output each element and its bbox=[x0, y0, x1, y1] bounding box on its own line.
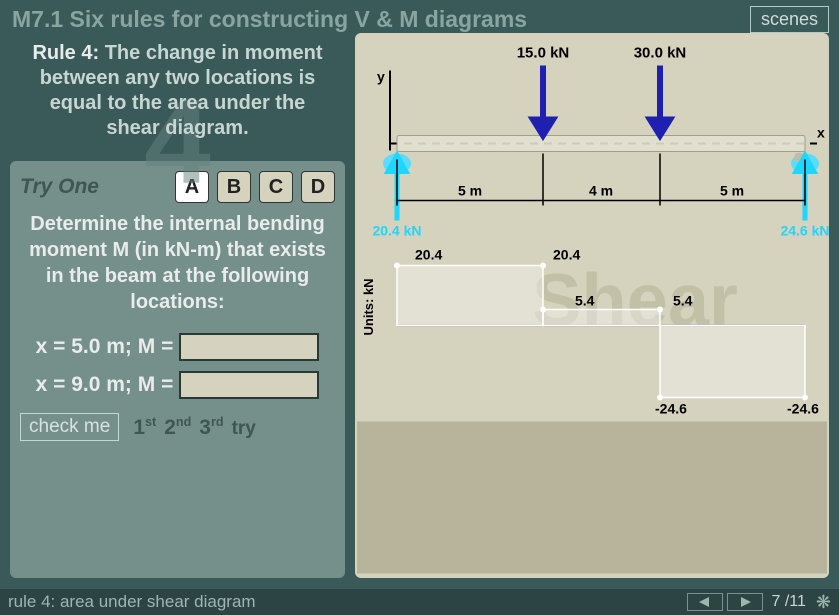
next-button[interactable] bbox=[727, 593, 763, 611]
try-option-c[interactable]: C bbox=[259, 171, 293, 203]
page-indicator: 7 /11 bbox=[771, 593, 805, 611]
shear-v6: -24.6 bbox=[787, 401, 819, 417]
reaction-left-label: 20.4 kN bbox=[372, 223, 421, 239]
check-button[interactable]: check me bbox=[20, 413, 119, 441]
span-2: 4 m bbox=[589, 183, 613, 199]
shear-v4: 5.4 bbox=[673, 293, 693, 309]
try-panel: Try One A B C D Determine the internal b… bbox=[10, 161, 345, 578]
try-option-b[interactable]: B bbox=[217, 171, 251, 203]
span-1: 5 m bbox=[458, 183, 482, 199]
input-label-2: x = 9.0 m; M = bbox=[36, 373, 174, 397]
module-title: M7.1 Six rules for constructing V & M di… bbox=[12, 6, 527, 33]
shear-v2: 20.4 bbox=[553, 247, 580, 263]
load-1-label: 15.0 kN bbox=[517, 45, 570, 62]
shear-v3: 5.4 bbox=[575, 293, 595, 309]
x-axis-label: x bbox=[817, 125, 825, 141]
triangle-left-icon bbox=[699, 597, 711, 607]
footer-rule-text: rule 4: area under shear diagram bbox=[8, 592, 685, 612]
y-axis-label: y bbox=[377, 69, 385, 85]
try-option-d[interactable]: D bbox=[301, 171, 335, 203]
input-label-1: x = 5.0 m; M = bbox=[36, 335, 174, 359]
try-counter: 1st 2nd 3rd try bbox=[133, 415, 256, 440]
span-3: 5 m bbox=[720, 183, 744, 199]
triangle-right-icon bbox=[739, 597, 751, 607]
diagram-panel: Shear Moment y x 15.0 kN 30.0 kN bbox=[355, 33, 829, 578]
load-2-label: 30.0 kN bbox=[634, 45, 687, 62]
rule-label: Rule 4: bbox=[32, 42, 99, 64]
question-prompt: Determine the internal bending moment M … bbox=[20, 211, 335, 315]
scenes-button[interactable]: scenes bbox=[750, 6, 829, 33]
moment-input-1[interactable] bbox=[179, 333, 319, 361]
diagram-svg: Shear Moment y x 15.0 kN 30.0 kN bbox=[355, 33, 829, 578]
prev-button[interactable] bbox=[687, 593, 723, 611]
try-one-title: Try One bbox=[20, 175, 99, 199]
shear-units-label: Units: kN bbox=[361, 278, 376, 335]
shear-v5: -24.6 bbox=[655, 401, 687, 417]
rule-text: Rule 4: The change in moment between any… bbox=[30, 41, 325, 141]
shear-v1: 20.4 bbox=[415, 247, 442, 263]
moment-diagram-area bbox=[357, 422, 827, 574]
moment-input-2[interactable] bbox=[179, 371, 319, 399]
reaction-right-label: 24.6 kN bbox=[780, 223, 829, 239]
gear-icon[interactable]: ❋ bbox=[816, 592, 831, 613]
